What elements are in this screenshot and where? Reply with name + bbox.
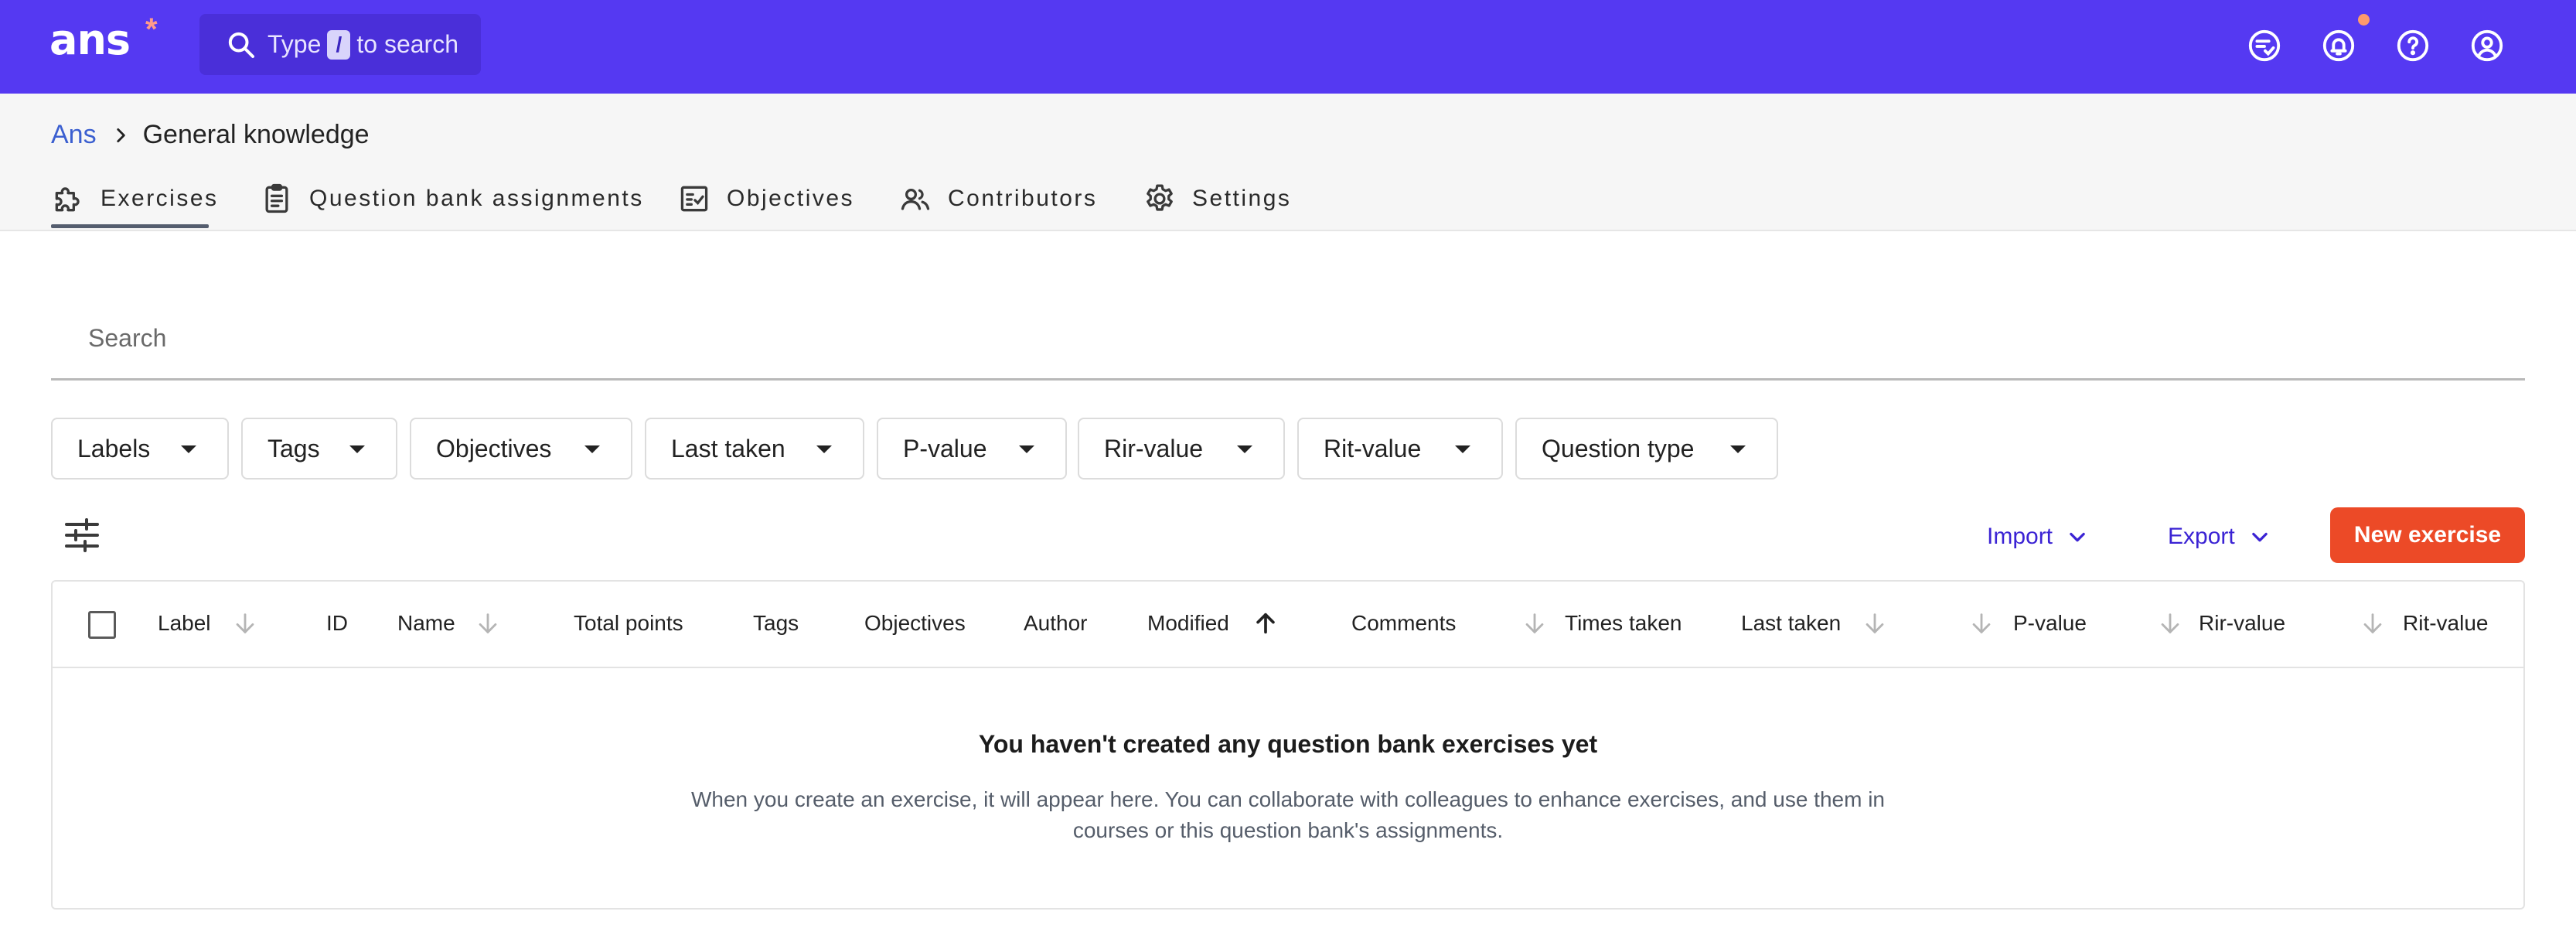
filter-labels-label: Labels xyxy=(77,434,151,462)
filter-objectives[interactable]: Objectives xyxy=(410,418,632,480)
arrow-down-icon[interactable] xyxy=(232,609,258,637)
tab-objectives[interactable]: Objectives xyxy=(677,179,854,218)
column-header-times-taken[interactable]: Times taken xyxy=(1565,611,1682,636)
gear-icon xyxy=(1147,184,1173,211)
filter-last-taken[interactable]: Last taken xyxy=(645,418,864,480)
chevron-right-icon xyxy=(116,128,125,142)
account-icon[interactable] xyxy=(2469,28,2505,63)
filter-labels[interactable]: Labels xyxy=(51,418,229,480)
caret-down-icon xyxy=(584,445,600,453)
filter-p-value-label: P-value xyxy=(903,434,987,462)
table-header: Label ID Name Total points Tags Objectiv… xyxy=(53,582,2523,668)
tab-question-bank-assignments[interactable]: Question bank assignments xyxy=(260,179,644,218)
column-header-author: Author xyxy=(1024,611,1088,635)
caret-down-icon xyxy=(181,445,196,453)
active-tab-indicator xyxy=(51,224,209,228)
bell-icon[interactable] xyxy=(2321,28,2356,63)
tab-objectives-label: Objectives xyxy=(727,186,855,211)
column-header-rit-value[interactable]: Rit-value xyxy=(2403,611,2488,636)
tab-contributors-label: Contributors xyxy=(948,186,1098,211)
exercises-table: Label ID Name Total points Tags Objectiv… xyxy=(51,580,2525,910)
column-header-id: ID xyxy=(326,611,348,635)
filter-tags[interactable]: Tags xyxy=(241,418,397,480)
notification-badge xyxy=(2358,14,2370,26)
search-hint-suffix: to search xyxy=(356,30,458,58)
tab-question-bank-assignments-label: Question bank assignments xyxy=(309,186,644,211)
column-header-rir-value[interactable]: Rir-value xyxy=(2199,611,2285,636)
filter-rir-value-label: Rir-value xyxy=(1104,434,1204,462)
breadcrumb-root-link[interactable]: Ans xyxy=(51,120,97,150)
arrow-down-icon[interactable] xyxy=(1521,609,1548,637)
app-logo[interactable]: ans xyxy=(49,17,131,63)
filter-rir-value[interactable]: Rir-value xyxy=(1078,418,1285,480)
column-header-total-points: Total points xyxy=(574,611,683,635)
import-label: Import xyxy=(1987,524,2053,549)
column-header-name[interactable]: Name xyxy=(397,611,455,636)
filter-tags-label: Tags xyxy=(267,434,320,462)
new-exercise-button[interactable]: New exercise xyxy=(2330,507,2525,563)
help-icon[interactable] xyxy=(2395,28,2431,63)
search-icon xyxy=(228,32,254,58)
empty-state-title: You haven't created any question bank ex… xyxy=(978,730,1598,758)
breadcrumb: Ans General knowledge xyxy=(51,120,370,150)
filter-objectives-label: Objectives xyxy=(436,434,552,462)
filter-rit-value[interactable]: Rit-value xyxy=(1297,418,1503,480)
caret-down-icon xyxy=(1237,445,1252,453)
caret-down-icon xyxy=(1730,445,1746,453)
column-header-last-taken[interactable]: Last taken xyxy=(1741,611,1841,636)
logo-mark: * xyxy=(145,12,158,46)
column-header-objectives: Objectives xyxy=(864,611,966,635)
breadcrumb-current: General knowledge xyxy=(142,120,370,149)
tab-exercises[interactable]: Exercises xyxy=(51,179,219,218)
empty-state-description-line: courses or this question bank's assignme… xyxy=(1072,818,1504,842)
caret-down-icon xyxy=(1019,445,1034,453)
arrow-up-icon[interactable] xyxy=(1252,609,1279,637)
filter-last-taken-label: Last taken xyxy=(671,434,785,462)
column-header-modified[interactable]: Modified xyxy=(1147,611,1229,636)
export-label: Export xyxy=(2168,524,2235,549)
export-button[interactable]: Export xyxy=(2168,520,2271,554)
tab-contributors[interactable]: Contributors xyxy=(898,179,1097,218)
column-header-tags: Tags xyxy=(753,611,799,635)
tab-exercises-label: Exercises xyxy=(101,186,219,211)
caret-down-icon xyxy=(1455,445,1470,453)
column-header-p-value[interactable]: P-value xyxy=(2013,611,2087,636)
chevron-down-icon xyxy=(2070,532,2085,542)
global-search-button[interactable]: Type / to search xyxy=(199,14,481,75)
tab-settings[interactable]: Settings xyxy=(1143,179,1291,218)
review-icon[interactable] xyxy=(2247,28,2282,63)
arrow-down-icon[interactable] xyxy=(475,609,501,637)
search-shortcut-key: / xyxy=(327,29,351,60)
filter-question-type[interactable]: Question type xyxy=(1515,418,1778,480)
filter-rit-value-label: Rit-value xyxy=(1324,434,1422,462)
search-hint-prefix: Type xyxy=(267,30,322,58)
select-all-checkbox[interactable] xyxy=(88,611,116,639)
empty-state-description-line: When you create an exercise, it will app… xyxy=(690,787,1886,811)
people-icon xyxy=(901,188,930,210)
arrow-down-icon[interactable] xyxy=(1968,609,1995,637)
import-button[interactable]: Import xyxy=(1987,520,2088,554)
puzzle-icon xyxy=(55,187,80,212)
arrow-down-icon[interactable] xyxy=(2360,609,2386,637)
chevron-down-icon xyxy=(2251,532,2268,542)
caret-down-icon xyxy=(816,445,832,453)
sliders-icon[interactable] xyxy=(63,518,101,552)
arrow-down-icon[interactable] xyxy=(2157,609,2183,637)
empty-state-description: When you create an exercise, it will app… xyxy=(53,784,2523,846)
filter-question-type-label: Question type xyxy=(1542,434,1695,462)
exercise-search-field xyxy=(51,303,2525,381)
tab-settings-label: Settings xyxy=(1192,186,1292,211)
filter-p-value[interactable]: P-value xyxy=(877,418,1067,480)
column-header-comments: Comments xyxy=(1351,611,1457,635)
top-navigation-bar: ans * Type / to search xyxy=(0,0,2576,94)
caret-down-icon xyxy=(349,445,365,453)
exercise-search-input[interactable] xyxy=(51,303,2525,373)
clipboard-icon xyxy=(265,183,288,213)
checklist-icon xyxy=(680,186,708,212)
column-header-label[interactable]: Label xyxy=(158,611,211,636)
arrow-down-icon[interactable] xyxy=(1862,609,1888,637)
